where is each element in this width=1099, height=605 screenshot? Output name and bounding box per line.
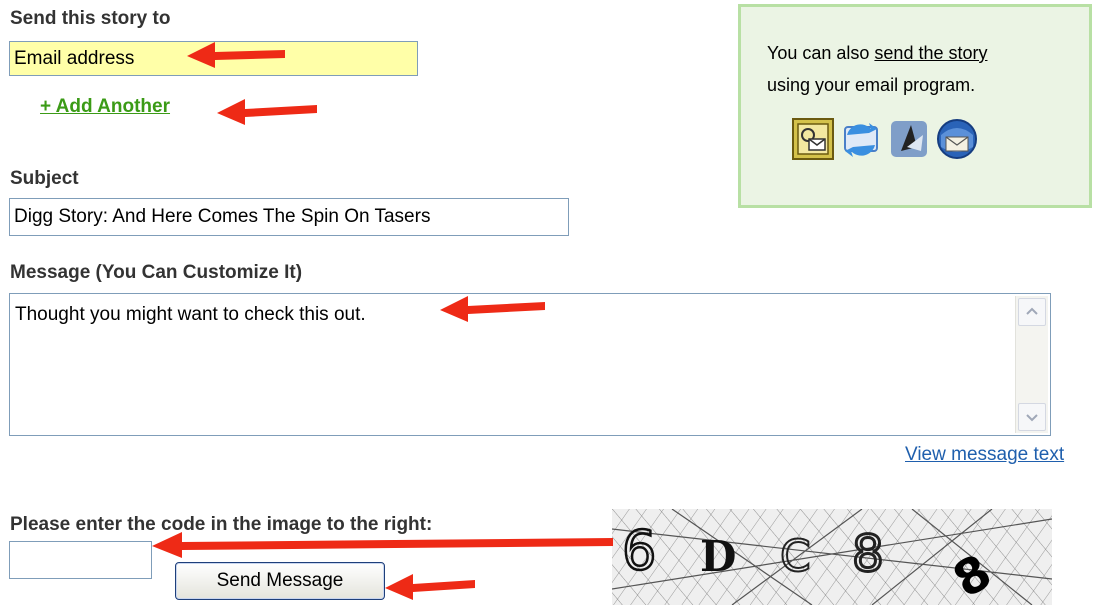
captcha-image: 6 D C 8 8 xyxy=(612,509,1052,605)
subject-label: Subject xyxy=(10,168,79,189)
email-program-icons xyxy=(791,117,979,161)
thunderbird-icon[interactable] xyxy=(935,117,979,161)
captcha-char: 8 xyxy=(852,525,884,583)
subject-field[interactable] xyxy=(9,198,569,236)
sync-mail-icon[interactable] xyxy=(839,117,883,161)
arrow-email xyxy=(187,42,285,68)
send-message-button[interactable]: Send Message xyxy=(175,562,385,600)
message-text: Thought you might want to check this out… xyxy=(15,304,366,325)
captcha-char: D xyxy=(700,532,736,581)
captcha-input[interactable] xyxy=(9,541,152,579)
send-the-story-link[interactable]: send the story xyxy=(874,43,987,63)
email-program-panel: You can also send the story using your e… xyxy=(738,4,1092,208)
arrow-message xyxy=(440,296,545,322)
outlook-icon[interactable] xyxy=(791,117,835,161)
chevron-down-icon xyxy=(1026,414,1038,422)
scroll-down-button[interactable] xyxy=(1018,403,1046,431)
email-program-text: You can also send the story using your e… xyxy=(767,37,1087,101)
view-message-text-link[interactable]: View message text xyxy=(905,444,1064,466)
message-label: Message (You Can Customize It) xyxy=(10,262,303,283)
arrow-send xyxy=(385,574,475,600)
arrow-captcha xyxy=(152,532,613,558)
scroll-up-button[interactable] xyxy=(1018,298,1046,326)
message-scrollbar[interactable] xyxy=(1015,296,1048,433)
panel-text-outro: using your email program. xyxy=(767,75,976,95)
arrow-add-another xyxy=(217,99,317,125)
captcha-char: 6 xyxy=(622,519,656,582)
captcha-char: C xyxy=(780,531,811,582)
panel-text-intro: You can also xyxy=(767,43,875,63)
send-to-label: Send this story to xyxy=(10,8,171,29)
add-another-link[interactable]: + Add Another xyxy=(40,96,170,118)
chevron-up-icon xyxy=(1026,307,1038,315)
apple-mail-icon[interactable] xyxy=(887,117,931,161)
